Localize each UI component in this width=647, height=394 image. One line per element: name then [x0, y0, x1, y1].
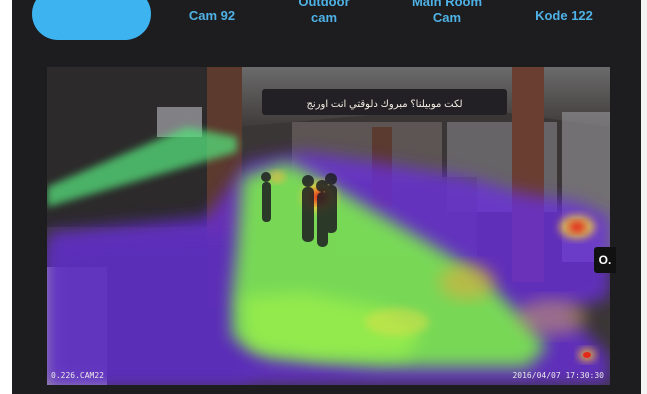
camera-timestamp: 2016/04/07 17:30:30	[512, 371, 604, 380]
tab-label: Cam 92	[188, 8, 236, 23]
tab-label-line-2: Cam	[432, 10, 462, 25]
camera-tab-bar: Cam 92 Outdoor cam Main Room Cam Kode 12…	[12, 0, 641, 40]
page-edge	[641, 0, 647, 394]
tab-cam-92[interactable]: Cam 92	[162, 8, 262, 42]
tab-main-room-cam[interactable]: Main Room Cam	[397, 0, 497, 28]
tab-label-line-1: Main Room	[411, 0, 483, 9]
tab-label: Kode 122	[535, 8, 593, 23]
tab-outdoor-cam[interactable]: Outdoor cam	[274, 0, 374, 28]
tab-label-line-1: Outdoor	[298, 0, 350, 9]
camera-id-label: 0.226.CAM22	[51, 371, 104, 380]
mall-banner-text: لكت موبيلنا؟ مبروك دلوقتي انت اورنج	[306, 99, 463, 110]
tab-kode-122[interactable]: Kode 122	[514, 8, 614, 42]
heatmap-video-frame[interactable]: لكت موبيلنا؟ مبروك دلوقتي انت اورنج 0.22…	[47, 67, 610, 385]
active-camera-tab[interactable]	[32, 0, 151, 40]
tab-label-line-2: cam	[310, 10, 338, 25]
edge-label: O.	[594, 247, 616, 273]
camera-panel: Cam 92 Outdoor cam Main Room Cam Kode 12…	[12, 0, 641, 394]
